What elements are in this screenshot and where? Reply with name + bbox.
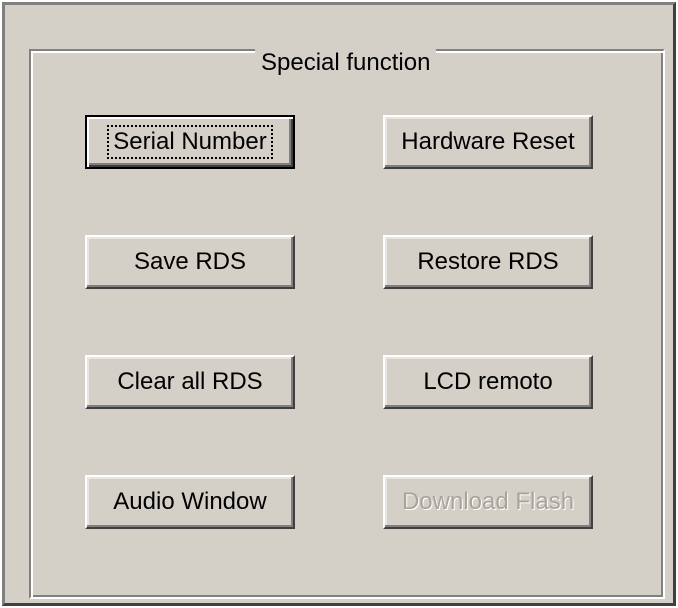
clear-all-rds-button[interactable]: Clear all RDS — [85, 355, 295, 409]
download-flash-button: Download Flash — [383, 475, 593, 529]
serial-number-button[interactable]: Serial Number — [85, 115, 295, 169]
lcd-remoto-button[interactable]: LCD remoto — [383, 355, 593, 409]
hardware-reset-button[interactable]: Hardware Reset — [383, 115, 593, 169]
groupbox-title: Special function — [255, 49, 437, 77]
serial-number-label: Serial Number — [107, 125, 273, 159]
audio-window-button[interactable]: Audio Window — [85, 475, 295, 529]
dialog-panel: Special function Serial Number Hardware … — [2, 2, 676, 606]
save-rds-button[interactable]: Save RDS — [85, 235, 295, 289]
restore-rds-button[interactable]: Restore RDS — [383, 235, 593, 289]
